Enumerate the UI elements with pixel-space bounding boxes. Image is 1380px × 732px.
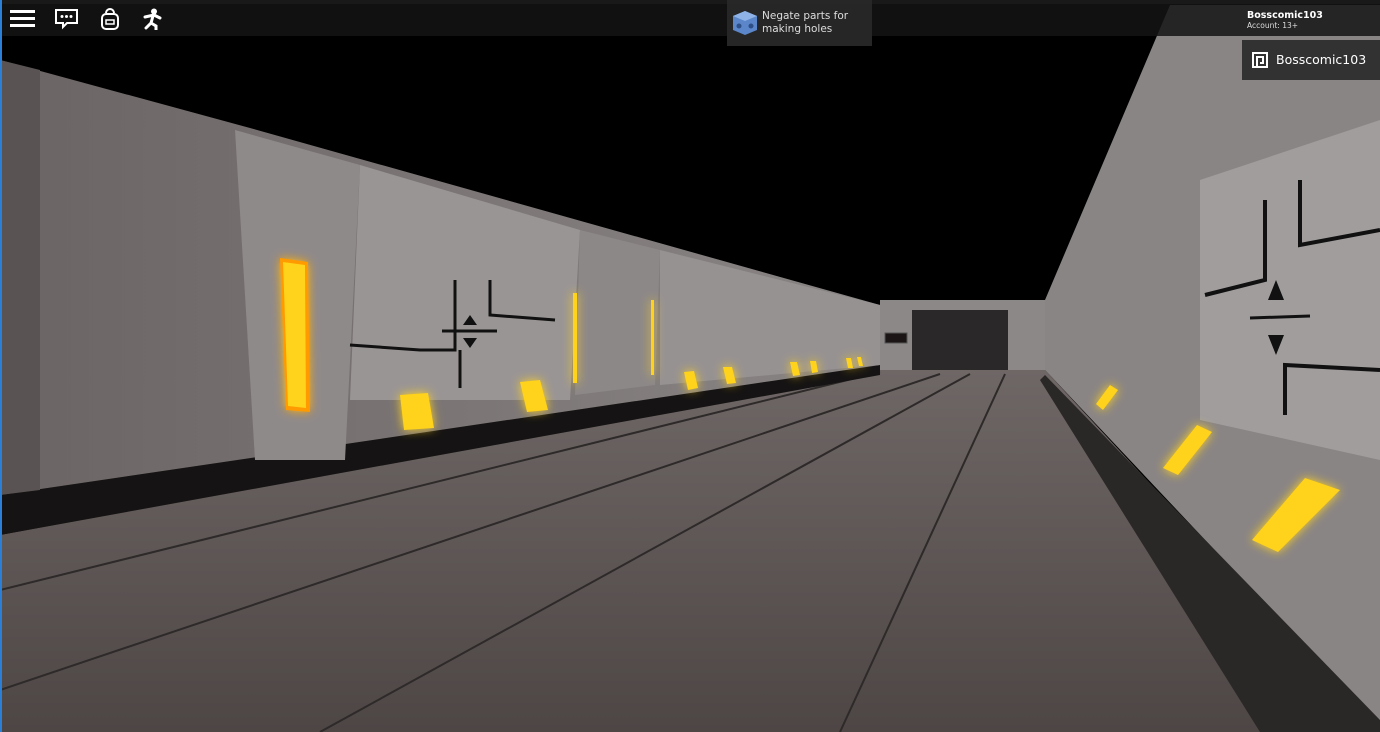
account-username: Bosscomic103 xyxy=(1247,10,1323,21)
account-info: Bosscomic103 Account: 13+ xyxy=(1247,10,1323,30)
backpack-icon[interactable] xyxy=(99,8,123,30)
account-age-label: Account: 13+ xyxy=(1247,21,1299,30)
game-viewport[interactable] xyxy=(0,0,1380,732)
window-edge xyxy=(0,0,2,732)
player-name: Bosscomic103 xyxy=(1276,52,1367,67)
chat-icon[interactable] xyxy=(55,8,79,30)
tooltip-text: Negate parts for making holes xyxy=(762,10,849,35)
door xyxy=(912,310,1008,370)
menu-icon[interactable] xyxy=(10,8,35,30)
playerlist-entry[interactable]: Bosscomic103 xyxy=(1242,40,1380,80)
tooltip: Negate parts for making holes xyxy=(727,0,872,46)
emote-icon[interactable] xyxy=(141,8,165,32)
premium-icon xyxy=(1252,52,1268,68)
top-bar xyxy=(0,0,1380,36)
negate-cube-icon xyxy=(733,11,757,35)
gate-sign xyxy=(884,332,908,344)
